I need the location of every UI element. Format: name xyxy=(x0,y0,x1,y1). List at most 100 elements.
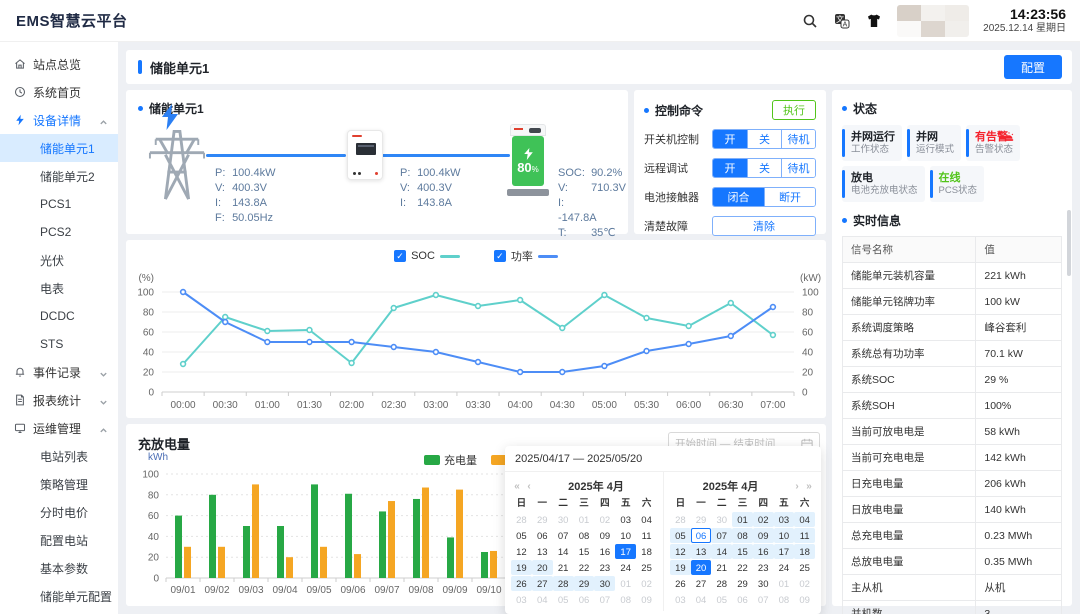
sidebar-item-station-config[interactable]: 配置电站 xyxy=(0,526,118,554)
sidebar-item-storage-unit-1[interactable]: 储能单元1 xyxy=(0,134,118,162)
calendar-day[interactable]: 09 xyxy=(753,528,774,543)
calendar-day[interactable]: 28 xyxy=(553,576,574,591)
calendar-day[interactable]: 19 xyxy=(511,560,532,575)
calendar-day[interactable]: 24 xyxy=(615,560,636,575)
sidebar-item-basic-params[interactable]: 基本参数 xyxy=(0,554,118,582)
sidebar-item-device-detail[interactable]: 设备详情 xyxy=(0,106,118,134)
calendar-day[interactable]: 04 xyxy=(636,512,657,527)
segment-option[interactable]: 待机 xyxy=(781,159,815,177)
calendar-day[interactable]: 04 xyxy=(532,592,553,607)
calendar-day[interactable]: 15 xyxy=(574,544,595,559)
calendar-day[interactable]: 09 xyxy=(636,592,657,607)
calendar-day[interactable]: 30 xyxy=(753,576,774,591)
calendar-day[interactable]: 22 xyxy=(732,560,753,575)
calendar-day[interactable]: 10 xyxy=(615,528,636,543)
calendar-day[interactable]: 05 xyxy=(711,592,732,607)
sidebar-item-pcs1[interactable]: PCS1 xyxy=(0,190,118,218)
segment-option[interactable]: 关 xyxy=(747,130,781,148)
calendar-day[interactable]: 30 xyxy=(594,576,615,591)
calendar-day[interactable]: 16 xyxy=(753,544,774,559)
calendar-day[interactable]: 17 xyxy=(774,544,795,559)
calendar-day[interactable]: 29 xyxy=(532,512,553,527)
calendar-day[interactable]: 30 xyxy=(711,512,732,527)
calendar-day[interactable]: 06 xyxy=(732,592,753,607)
calendar-day[interactable]: 22 xyxy=(574,560,595,575)
sidebar-item-sts[interactable]: STS xyxy=(0,330,118,358)
segment-option[interactable]: 关 xyxy=(747,159,781,177)
calendar-day[interactable]: 20 xyxy=(532,560,553,575)
calendar-day[interactable]: 18 xyxy=(794,544,815,559)
calendar-day[interactable]: 14 xyxy=(553,544,574,559)
calendar-day[interactable]: 26 xyxy=(670,576,691,591)
calendar-day[interactable]: 06 xyxy=(691,528,712,543)
calendar-day[interactable]: 24 xyxy=(774,560,795,575)
calendar-day[interactable]: 18 xyxy=(636,544,657,559)
calendar-day[interactable]: 29 xyxy=(732,576,753,591)
translate-icon[interactable]: 文A xyxy=(833,12,851,30)
calendar-day[interactable]: 25 xyxy=(794,560,815,575)
sidebar-item-unit-config[interactable]: 储能单元配置 xyxy=(0,582,118,610)
calendar-day[interactable]: 27 xyxy=(691,576,712,591)
sidebar-item-dcdc[interactable]: DCDC xyxy=(0,302,118,330)
sidebar-item-report-stats[interactable]: 报表统计 xyxy=(0,386,118,414)
next-month-icon[interactable]: › xyxy=(791,481,803,492)
sidebar-item-station-list[interactable]: 电站列表 xyxy=(0,442,118,470)
calendar-day[interactable]: 05 xyxy=(553,592,574,607)
calendar-day[interactable]: 25 xyxy=(636,560,657,575)
calendar-day[interactable]: 07 xyxy=(753,592,774,607)
calendar-day[interactable]: 07 xyxy=(711,528,732,543)
sidebar-item-strategy-mgmt[interactable]: 策略管理 xyxy=(0,470,118,498)
calendar-day[interactable]: 11 xyxy=(794,528,815,543)
segment-option[interactable]: 开 xyxy=(713,159,747,177)
sidebar-item-pv[interactable]: 光伏 xyxy=(0,246,118,274)
calendar-day[interactable]: 02 xyxy=(636,576,657,591)
calendar-day[interactable]: 10 xyxy=(774,528,795,543)
calendar-day[interactable]: 04 xyxy=(794,512,815,527)
sidebar-item-system-home[interactable]: 系统首页 xyxy=(0,78,118,106)
calendar-day[interactable]: 21 xyxy=(711,560,732,575)
sidebar-item-system-mgmt[interactable]: 系统管理 xyxy=(0,610,118,614)
calendar-day[interactable]: 03 xyxy=(774,512,795,527)
calendar-day[interactable]: 09 xyxy=(594,528,615,543)
sidebar-item-site-overview[interactable]: 站点总览 xyxy=(0,50,118,78)
calendar-day[interactable]: 23 xyxy=(594,560,615,575)
user-avatar-blurred[interactable] xyxy=(897,5,969,37)
calendar-day[interactable]: 28 xyxy=(670,512,691,527)
calendar-day[interactable]: 26 xyxy=(511,576,532,591)
calendar-day[interactable]: 16 xyxy=(594,544,615,559)
calendar-day[interactable]: 28 xyxy=(711,576,732,591)
calendar-day[interactable]: 05 xyxy=(511,528,532,543)
prev-month-icon[interactable]: ‹ xyxy=(523,481,535,492)
calendar-day[interactable]: 12 xyxy=(670,544,691,559)
calendar-day[interactable]: 06 xyxy=(574,592,595,607)
sidebar-item-ops-mgmt[interactable]: 运维管理 xyxy=(0,414,118,442)
calendar-day[interactable]: 08 xyxy=(574,528,595,543)
calendar-day[interactable]: 29 xyxy=(691,512,712,527)
next-year-icon[interactable]: » xyxy=(803,481,815,492)
calendar-day[interactable]: 23 xyxy=(753,560,774,575)
calendar-day[interactable]: 06 xyxy=(532,528,553,543)
calendar-day[interactable]: 08 xyxy=(732,528,753,543)
scrollbar-thumb[interactable] xyxy=(1067,210,1071,276)
config-button[interactable]: 配置 xyxy=(1004,55,1062,79)
clear-fault-button[interactable]: 清除 xyxy=(712,216,816,236)
calendar-day[interactable]: 03 xyxy=(615,512,636,527)
calendar-day[interactable]: 14 xyxy=(711,544,732,559)
calendar-day[interactable]: 01 xyxy=(574,512,595,527)
calendar-day[interactable]: 01 xyxy=(732,512,753,527)
segment-option[interactable]: 待机 xyxy=(781,130,815,148)
calendar-day[interactable]: 01 xyxy=(615,576,636,591)
calendar-day[interactable]: 07 xyxy=(594,592,615,607)
calendar-day[interactable]: 09 xyxy=(794,592,815,607)
theme-shirt-icon[interactable] xyxy=(865,12,883,30)
calendar-day[interactable]: 29 xyxy=(574,576,595,591)
calendar-day[interactable]: 27 xyxy=(532,576,553,591)
segment-option[interactable]: 开 xyxy=(713,130,747,148)
calendar-day[interactable]: 11 xyxy=(636,528,657,543)
calendar-day[interactable]: 03 xyxy=(511,592,532,607)
calendar-day[interactable]: 08 xyxy=(774,592,795,607)
calendar-day[interactable]: 17 xyxy=(615,544,636,559)
calendar-day[interactable]: 07 xyxy=(553,528,574,543)
segment-option[interactable]: 闭合 xyxy=(713,188,764,206)
calendar-day[interactable]: 12 xyxy=(511,544,532,559)
